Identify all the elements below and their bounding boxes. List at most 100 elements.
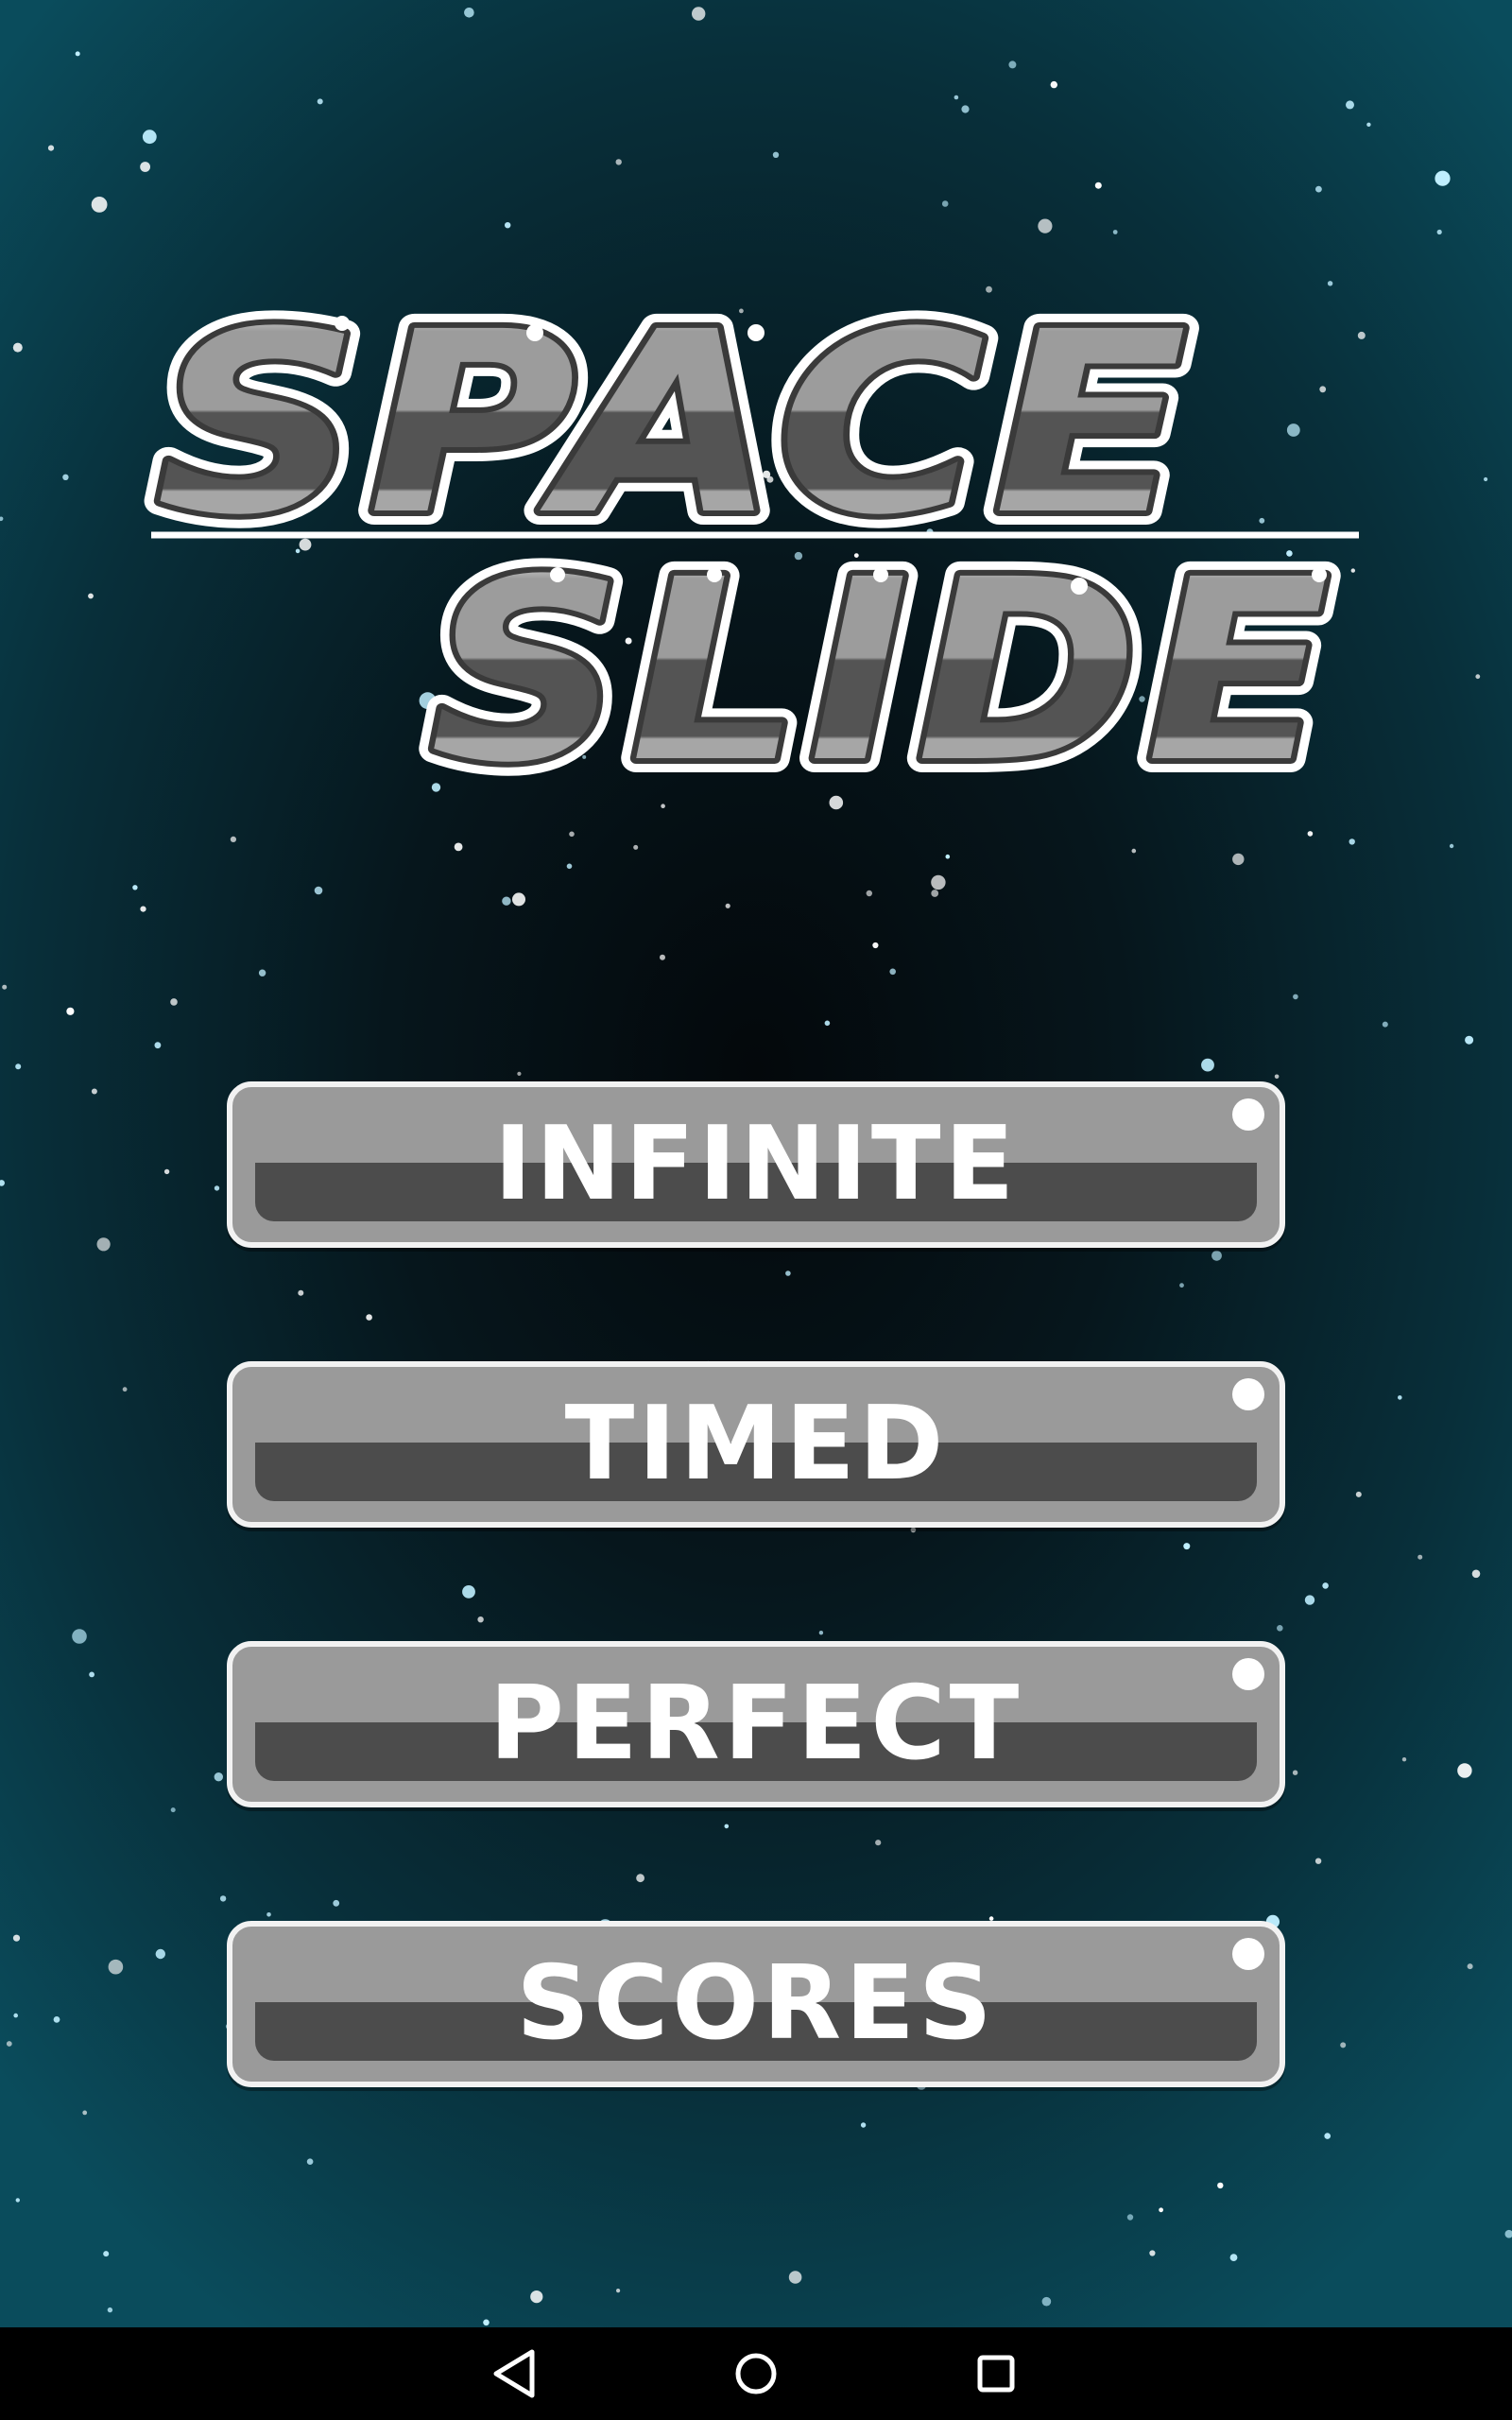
star: [477, 1616, 484, 1623]
system-navigation-bar: [0, 2327, 1512, 2420]
star: [1126, 2214, 1134, 2221]
star: [333, 1899, 340, 1907]
star: [258, 969, 266, 977]
star: [1401, 1757, 1407, 1762]
star: [633, 844, 639, 850]
star: [219, 1895, 227, 1902]
star: [2, 984, 8, 990]
star: [785, 1270, 791, 1276]
star: [1131, 848, 1137, 854]
star: [1183, 1543, 1191, 1550]
star: [1504, 2229, 1512, 2238]
star: [1217, 2182, 1224, 2189]
star: [298, 1289, 304, 1296]
star: [1349, 838, 1355, 845]
triangle-back-icon: [493, 2349, 535, 2398]
star: [1201, 1058, 1214, 1072]
star: [170, 1807, 176, 1813]
star: [1179, 1283, 1184, 1288]
star: [1471, 1569, 1481, 1579]
star: [108, 1959, 124, 1975]
star: [1277, 1625, 1283, 1632]
star: [314, 886, 323, 895]
star: [616, 2289, 621, 2293]
star: [1041, 2296, 1052, 2307]
star: [818, 1631, 824, 1635]
star: [866, 890, 872, 897]
star: [1324, 2133, 1331, 2139]
star: [1355, 1491, 1362, 1497]
star: [1229, 2254, 1238, 2262]
square-recents-icon: [977, 2355, 1015, 2393]
circle-home-icon: [735, 2353, 777, 2394]
star: [1314, 1858, 1322, 1864]
star: [569, 831, 575, 838]
game-screen: SPACE SPACE SPACE SLIDE SLIDE SLIDE INFI…: [0, 0, 1512, 2327]
star: [170, 998, 178, 1006]
star: [6, 2041, 12, 2047]
star: [1293, 994, 1298, 1000]
timed-mode-button[interactable]: TIMED: [227, 1361, 1285, 1528]
star: [366, 1314, 372, 1321]
star: [12, 1934, 21, 1942]
star: [1211, 1250, 1222, 1261]
star: [0, 1180, 5, 1186]
star: [107, 2307, 113, 2313]
star: [872, 942, 879, 949]
star: [15, 1063, 22, 1070]
infinite-mode-button[interactable]: INFINITE: [227, 1081, 1285, 1248]
star: [502, 896, 511, 906]
star: [1232, 853, 1245, 866]
star: [1292, 1770, 1298, 1775]
star: [103, 2251, 110, 2257]
star: [122, 1387, 128, 1392]
scores-label: SCORES: [516, 1945, 996, 2063]
star: [1159, 2207, 1163, 2213]
star: [214, 1185, 220, 1191]
game-title-logo: SPACE SPACE SPACE SLIDE SLIDE SLIDE: [142, 265, 1359, 813]
star: [860, 2122, 867, 2128]
star: [82, 2110, 88, 2116]
star: [53, 2016, 60, 2023]
star: [724, 1824, 730, 1829]
perfect-mode-label: PERFECT: [489, 1665, 1023, 1783]
star: [214, 1772, 223, 1782]
star: [725, 903, 730, 908]
star: [875, 1840, 882, 1846]
star: [454, 842, 463, 852]
nav-recents-button[interactable]: [963, 2341, 1029, 2407]
star: [1307, 831, 1314, 837]
star: [72, 1629, 87, 1644]
star: [1449, 843, 1454, 849]
star: [230, 836, 236, 843]
star: [1398, 1395, 1402, 1400]
star: [788, 2271, 802, 2284]
star: [483, 2319, 490, 2326]
nav-back-button[interactable]: [483, 2341, 549, 2407]
star: [660, 954, 665, 960]
perfect-mode-button[interactable]: PERFECT: [227, 1641, 1285, 1807]
star: [15, 2198, 20, 2203]
star: [1457, 1763, 1472, 1778]
star: [1465, 1035, 1474, 1045]
star: [13, 2013, 18, 2018]
star: [1304, 1595, 1315, 1605]
scores-button[interactable]: SCORES: [227, 1921, 1285, 2087]
star: [1340, 2042, 1347, 2048]
nav-home-button[interactable]: [723, 2341, 789, 2407]
star: [512, 892, 525, 907]
star: [945, 854, 951, 859]
star: [931, 874, 946, 890]
star: [824, 1020, 831, 1027]
star: [530, 2290, 543, 2304]
star: [517, 1071, 522, 1076]
star: [96, 1237, 111, 1252]
star: [266, 1912, 271, 1917]
star: [910, 1527, 917, 1533]
star: [1149, 2250, 1156, 2256]
star: [1418, 1554, 1423, 1560]
timed-mode-label: TIMED: [564, 1385, 948, 1503]
star: [636, 1874, 644, 1883]
star: [462, 1585, 475, 1599]
star: [91, 1088, 97, 1095]
